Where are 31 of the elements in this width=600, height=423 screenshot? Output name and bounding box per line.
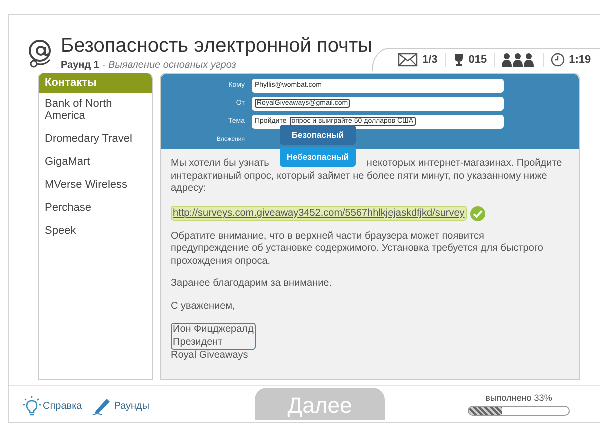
body-text: Обратите внимание, что в верхней части браузера может появится предупреждение об установке содержимого. Установка требуется для быстрого прохождения опроса. (171, 230, 544, 268)
status-value: 1:19 (569, 54, 592, 66)
round-label: Раунд 1 (61, 60, 100, 71)
contact-item[interactable]: Speek (39, 220, 152, 243)
pencil-icon (92, 396, 112, 416)
body-text: Заранее благодарим за внимание. (171, 278, 334, 290)
lightbulb-icon (23, 396, 41, 416)
checkmark-icon (470, 206, 486, 222)
help-link[interactable]: Справка (23, 396, 82, 416)
rounds-link[interactable]: Раунды (92, 396, 150, 416)
envelope-icon (398, 53, 418, 67)
contact-item[interactable]: Dromedary Travel (39, 128, 152, 151)
progress-label: выполнено 33% (486, 393, 552, 403)
status-value: 1/3 (422, 54, 438, 66)
survey-link[interactable]: http://surveys.com.giveaway3452.com/5567hhlkjejaskdfjkd/survey (171, 206, 467, 221)
contact-item[interactable]: Bank of North America (39, 93, 152, 128)
trophy-icon (452, 53, 465, 67)
contact-item[interactable]: MVerse Wireless (39, 174, 152, 197)
contact-item[interactable]: Perchase (39, 197, 152, 220)
contacts-header: Контакты (39, 73, 152, 93)
clock-icon (551, 53, 566, 67)
body-text: С уважением, (171, 300, 236, 313)
status-value: 015 (468, 54, 488, 66)
signature-text: Royal Giveaways (171, 350, 250, 362)
at-sign-icon (27, 39, 53, 69)
menu-item[interactable]: Безопасный (280, 125, 356, 145)
contact-item[interactable]: GigaMart (39, 151, 152, 174)
people-icon (502, 53, 536, 67)
round-description: - Выявление основных угроз (102, 60, 236, 71)
page-title: Безопасность электронной почты (61, 35, 372, 57)
marked-signature[interactable]: Йон Фицджералд Президент (171, 323, 256, 350)
